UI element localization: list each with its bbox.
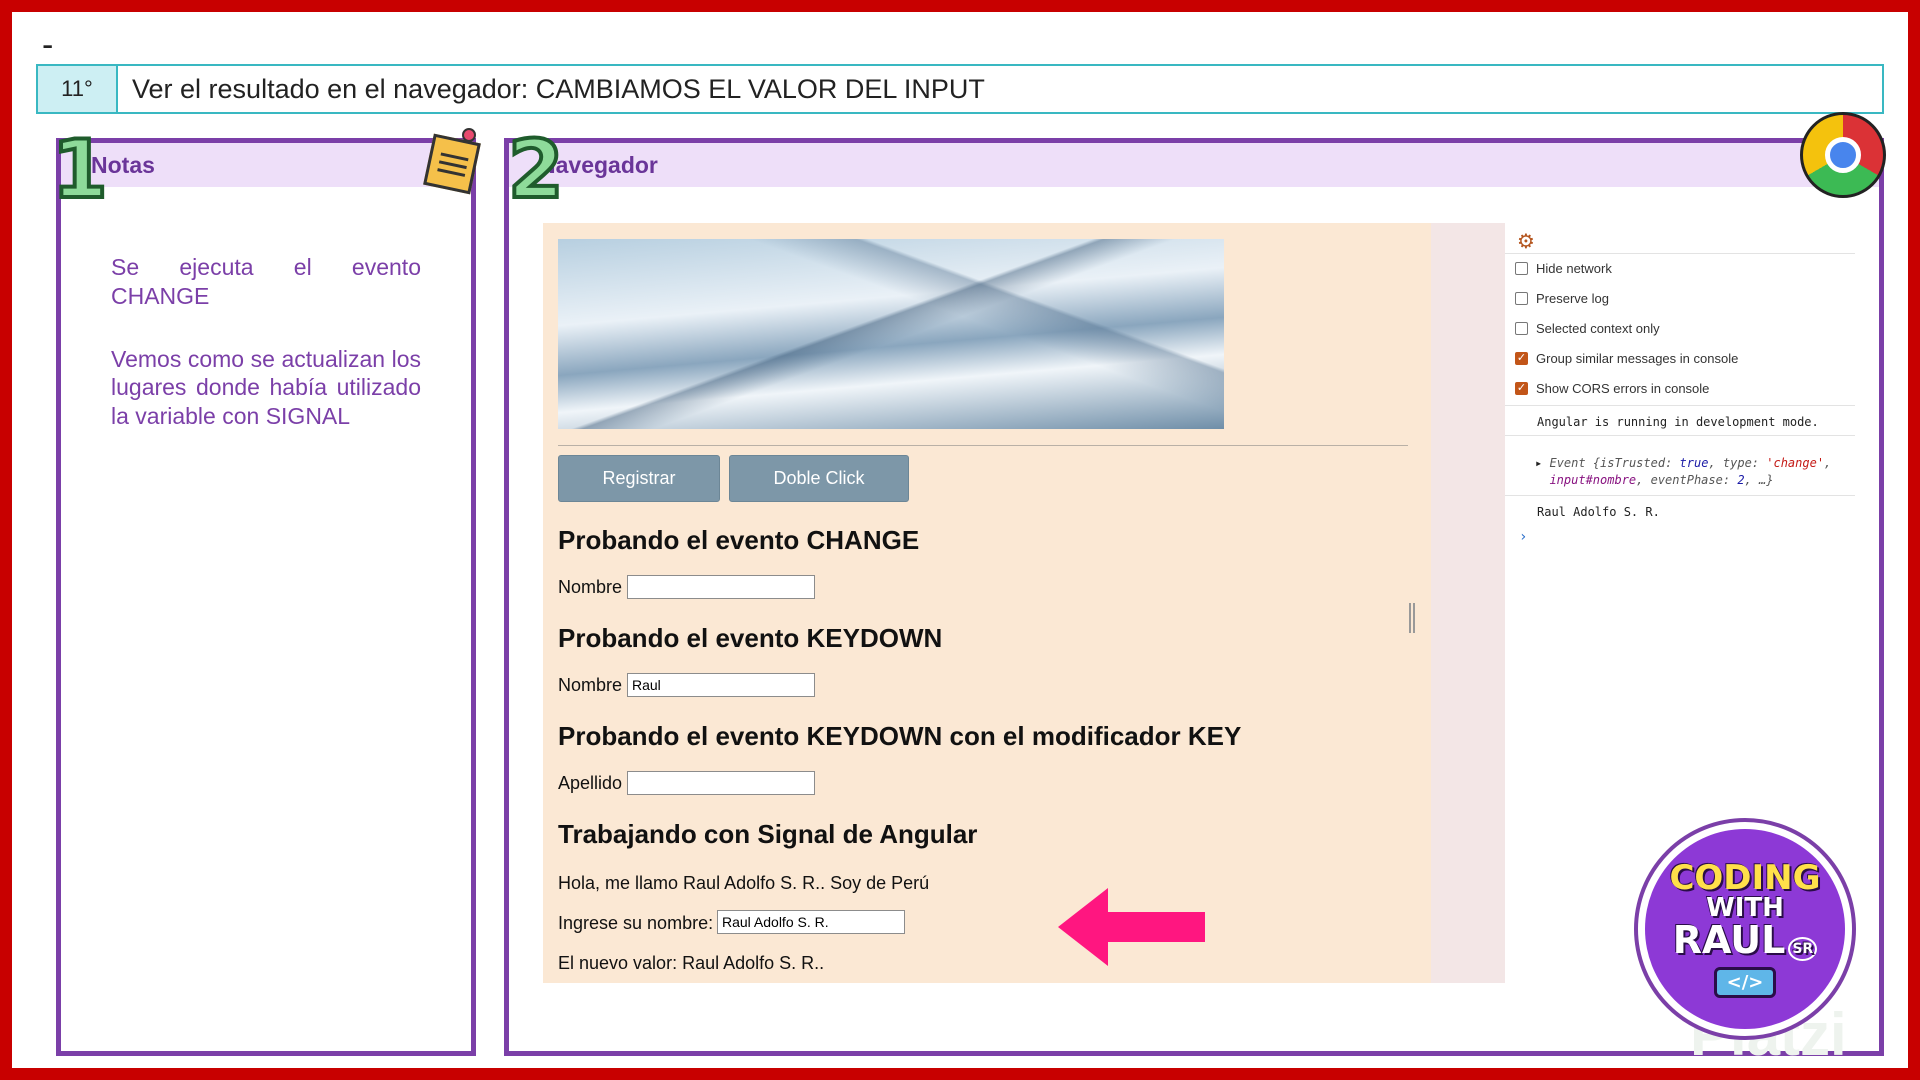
resize-handle[interactable] <box>1409 603 1415 633</box>
expand-triangle-icon[interactable]: ▸ <box>1535 456 1542 470</box>
pin-icon <box>462 128 476 142</box>
note-paragraph-1: Se ejecuta el evento CHANGE <box>111 254 421 309</box>
badge-inner: CODING WITH RAUL SR </> <box>1645 829 1845 1029</box>
checkbox-hide-network[interactable] <box>1515 262 1528 275</box>
checkbox-preserve-log[interactable] <box>1515 292 1528 305</box>
change-name-label: Nombre <box>558 577 623 597</box>
page-viewport: Registrar Doble Click Probando el evento… <box>543 223 1431 983</box>
step-title: Ver el resultado en el navegador: CAMBIA… <box>132 73 985 104</box>
code-window-icon: </> <box>1713 966 1777 998</box>
notes-number: 1 <box>50 123 110 216</box>
double-click-button[interactable]: Doble Click <box>729 455 909 502</box>
lastname-input[interactable] <box>627 771 815 795</box>
section-keydown-key-title: Probando el evento KEYDOWN con el modifi… <box>558 721 1242 751</box>
coding-with-raul-badge: CODING WITH RAUL SR </> <box>1634 818 1856 1040</box>
navigator-number: 2 <box>506 123 566 216</box>
pointer-arrow-icon <box>1095 912 1205 942</box>
notes-panel: Notas Se ejecuta el evento CHANGE Vemos … <box>56 138 476 1056</box>
signal-greeting: Hola, me llamo Raul Adolfo S. R.. Soy de… <box>558 873 930 893</box>
option-group-similar[interactable]: ✓ Group similar messages in console <box>1515 351 1738 366</box>
browser-window: Registrar Doble Click Probando el evento… <box>543 223 1505 983</box>
badge-tag: SR <box>1788 936 1818 961</box>
console-name-log: Raul Adolfo S. R. <box>1537 505 1660 519</box>
step-number: 11° <box>38 66 118 112</box>
devtools-divider <box>1505 405 1855 406</box>
pointer-arrow-head <box>1058 888 1108 966</box>
notes-body: Se ejecuta el evento CHANGE Vemos como s… <box>111 253 421 465</box>
option-label: Group similar messages in console <box>1536 351 1739 366</box>
navigator-panel-title: Navegador <box>509 143 1879 187</box>
option-cors-errors[interactable]: ✓ Show CORS errors in console <box>1515 381 1709 396</box>
lastname-label: Apellido <box>558 773 623 793</box>
console-event-object[interactable]: ▸ Event {isTrusted: true, type: 'change'… <box>1535 455 1855 489</box>
step-header: 11° Ver el resultado en el navegador: CA… <box>36 64 1884 114</box>
checkbox-group-similar[interactable]: ✓ <box>1515 352 1528 365</box>
checkbox-selected-context[interactable] <box>1515 322 1528 335</box>
option-preserve-log[interactable]: Preserve log <box>1515 291 1609 306</box>
devtools-divider <box>1505 253 1855 254</box>
option-label: Selected context only <box>1536 321 1660 336</box>
option-selected-context[interactable]: Selected context only <box>1515 321 1660 336</box>
slide-dash: - <box>42 26 54 64</box>
signal-input-label: Ingrese su nombre: <box>558 913 714 933</box>
devtools-divider <box>1505 435 1855 436</box>
register-button[interactable]: Registrar <box>558 455 720 502</box>
section-change-title: Probando el evento CHANGE <box>558 525 920 555</box>
keydown-name-label: Nombre <box>558 675 623 695</box>
option-label: Preserve log <box>1536 291 1609 306</box>
option-label: Show CORS errors in console <box>1536 381 1710 396</box>
note-paragraph-2: Vemos como se actualizan los lugares don… <box>111 345 421 430</box>
divider <box>558 445 1408 446</box>
mountain-image <box>558 239 1224 429</box>
option-hide-network[interactable]: Hide network <box>1515 261 1612 276</box>
signal-name-input[interactable]: Raul Adolfo S. R. <box>717 910 905 934</box>
badge-line-3: RAUL SR <box>1673 921 1818 961</box>
option-label: Hide network <box>1536 261 1612 276</box>
keydown-name-input[interactable]: Raul <box>627 673 815 697</box>
chrome-logo-icon <box>1800 112 1886 198</box>
badge-line-1: CODING <box>1669 857 1821 898</box>
notes-panel-title: Notas <box>61 143 471 187</box>
section-keydown-title: Probando el evento KEYDOWN <box>558 623 943 653</box>
devtools-divider <box>1505 495 1855 496</box>
console-prompt[interactable]: › <box>1519 529 1527 545</box>
signal-result: El nuevo valor: Raul Adolfo S. R.. <box>558 953 825 973</box>
checkbox-cors-errors[interactable]: ✓ <box>1515 382 1528 395</box>
gear-icon[interactable]: ⚙ <box>1517 229 1535 254</box>
section-signal-title: Trabajando con Signal de Angular <box>558 819 978 849</box>
change-name-input[interactable] <box>627 575 815 599</box>
console-angular-message: Angular is running in development mode. <box>1537 415 1819 429</box>
